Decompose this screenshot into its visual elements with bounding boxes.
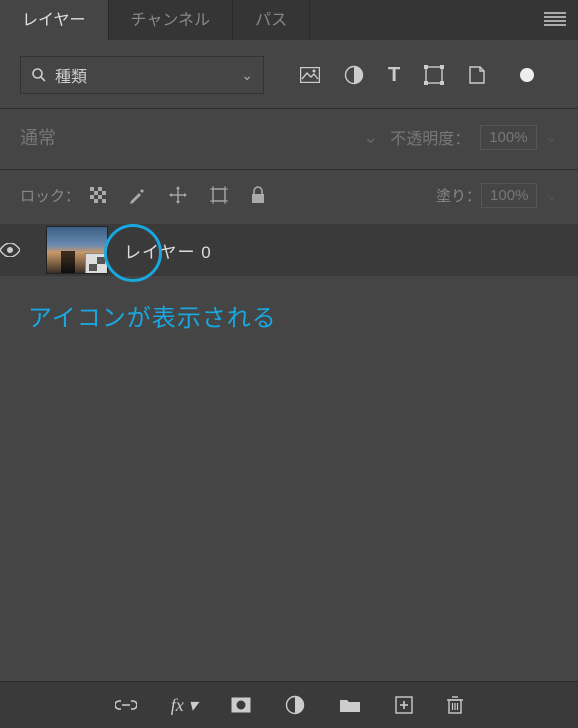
- blend-mode-label: 通常: [20, 124, 56, 150]
- fill-value[interactable]: 100%: [481, 183, 537, 208]
- filter-type-select[interactable]: 種類 ⌄: [20, 56, 264, 94]
- lock-paint-icon[interactable]: [128, 186, 146, 204]
- panel-menu-icon[interactable]: [544, 12, 566, 26]
- layer-name[interactable]: レイヤー 0: [124, 238, 212, 263]
- lock-artboard-icon[interactable]: [210, 186, 228, 204]
- annotation-text: アイコンが表示される: [0, 276, 578, 355]
- chevron-down-icon: ⌄: [241, 67, 253, 84]
- smart-object-icon: [85, 253, 108, 274]
- filter-type-label: 種類: [55, 63, 241, 87]
- layer-mask-icon[interactable]: [231, 697, 251, 713]
- filter-icons: T: [300, 64, 534, 87]
- opacity-label: 不透明度：: [390, 125, 470, 149]
- layers-panel: レイヤー チャンネル パス 種類 ⌄ T: [0, 0, 578, 728]
- chevron-down-icon[interactable]: ⌄: [545, 186, 558, 204]
- layer-style-icon[interactable]: fx ▾: [171, 695, 198, 716]
- panel-tabs: レイヤー チャンネル パス: [0, 0, 578, 40]
- new-group-icon[interactable]: [339, 697, 361, 713]
- visibility-toggle[interactable]: [0, 243, 46, 257]
- chevron-down-icon[interactable]: ⌄: [545, 127, 558, 147]
- filter-row: 種類 ⌄ T: [0, 40, 578, 104]
- filter-pixel-icon[interactable]: [300, 67, 320, 83]
- tab-layers[interactable]: レイヤー: [0, 0, 109, 40]
- fill-label: 塗り：: [436, 185, 481, 206]
- tab-channels[interactable]: チャンネル: [109, 0, 234, 40]
- layer-thumbnail[interactable]: [46, 226, 108, 274]
- lock-transparent-icon[interactable]: [90, 187, 106, 203]
- delete-layer-icon[interactable]: [447, 696, 463, 714]
- blend-row: 通常 ⌄ 不透明度： 100% ⌄: [0, 109, 578, 165]
- filter-type-icon[interactable]: T: [388, 64, 400, 87]
- lock-all-icon[interactable]: [250, 186, 266, 204]
- bottom-toolbar: fx ▾: [0, 681, 578, 728]
- layer-list: レイヤー 0 アイコンが表示される: [0, 224, 578, 355]
- link-layers-icon[interactable]: [115, 699, 137, 711]
- lock-label: ロック：: [20, 185, 80, 206]
- lock-row: ロック： 塗り： 100% ⌄: [0, 170, 578, 220]
- new-layer-icon[interactable]: [395, 696, 413, 714]
- search-icon: [31, 67, 47, 83]
- filter-smart-icon[interactable]: [468, 65, 486, 85]
- filter-toggle[interactable]: [520, 68, 534, 82]
- blend-mode-select[interactable]: 通常 ⌄: [20, 124, 390, 150]
- adjustment-layer-icon[interactable]: [285, 695, 305, 715]
- layer-row[interactable]: レイヤー 0: [0, 224, 578, 276]
- tab-paths[interactable]: パス: [233, 0, 310, 40]
- lock-position-icon[interactable]: [168, 185, 188, 205]
- filter-adjust-icon[interactable]: [344, 65, 364, 85]
- chevron-down-icon: ⌄: [363, 127, 378, 148]
- filter-shape-icon[interactable]: [424, 65, 444, 85]
- opacity-value[interactable]: 100%: [480, 125, 536, 150]
